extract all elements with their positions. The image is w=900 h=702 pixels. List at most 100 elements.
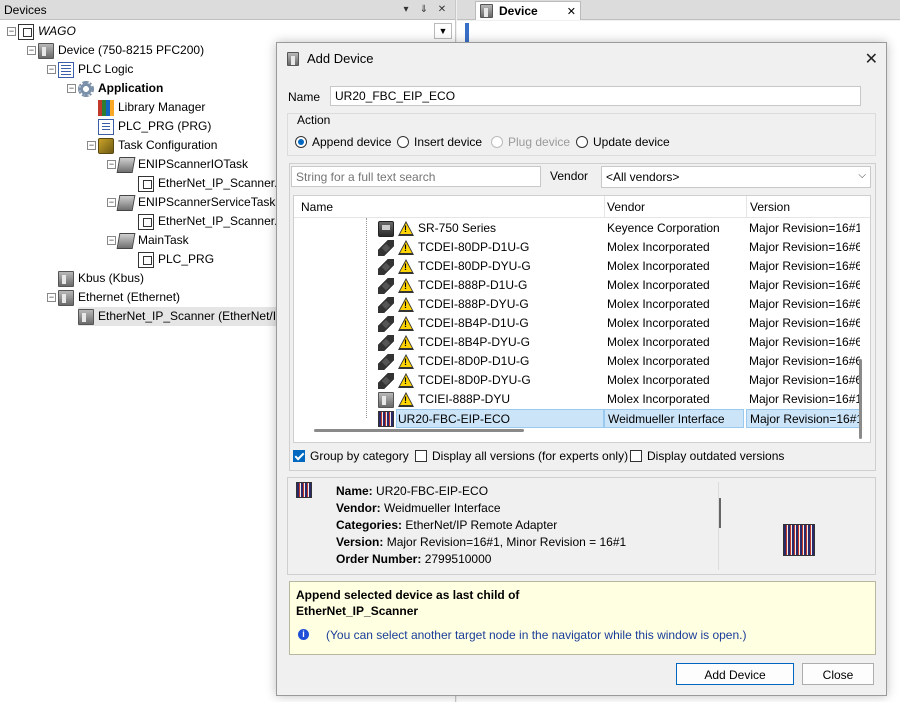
tree-item-label: PLC_PRG (158, 252, 215, 266)
column-header-version[interactable]: Version (750, 200, 790, 214)
tree-collapse-icon[interactable]: − (7, 27, 16, 36)
column-separator[interactable] (604, 196, 605, 218)
hint-note: (You can select another target node in t… (326, 628, 747, 642)
device-row[interactable]: TCDEI-8D0P-D1U-G Molex Incorporated Major … (294, 352, 862, 371)
tree-item[interactable]: Library Manager (98, 98, 205, 117)
device-row[interactable]: UR20-FBC-EIP-ECO Weidmueller Interface Maj… (294, 409, 862, 428)
tree-collapse-icon[interactable]: − (47, 65, 56, 74)
tree-item[interactable]: ENIPScannerServiceTask (116, 193, 275, 212)
device-list: Name Vendor Version SR-750 Series Keyence… (293, 195, 871, 443)
display-all-versions-checkbox[interactable]: Display all versions (for experts only) (415, 449, 628, 463)
insert-device-radio[interactable]: Insert device (397, 135, 482, 149)
dialog-title-bar: Add Device (287, 51, 373, 66)
display-outdated-versions-checkbox[interactable]: Display outdated versions (630, 449, 784, 463)
device-name-cell: SR-750 Series (418, 221, 497, 235)
info-name: Name: UR20-FBC-EIP-ECO (336, 484, 489, 498)
tree-collapse-icon[interactable]: − (107, 160, 116, 169)
horizontal-scrollbar[interactable] (314, 429, 524, 432)
panel-pin-button[interactable]: ⇓ (415, 4, 433, 15)
tree-collapse-icon[interactable]: − (107, 236, 116, 245)
tree-item[interactable]: Device (750-8215 PFC200) (38, 41, 204, 60)
plug-device-radio: Plug device (491, 135, 570, 149)
tree-collapse-icon[interactable]: − (107, 198, 116, 207)
tab-device[interactable]: Device ✕ (475, 1, 581, 20)
tree-collapse-icon[interactable]: − (27, 46, 36, 55)
vertical-scrollbar[interactable] (859, 359, 862, 439)
group-by-category-checkbox[interactable]: Group by category (293, 449, 409, 463)
tree-item-label: Device (750-8215 PFC200) (58, 43, 205, 57)
vendor-select[interactable]: <All vendors> ⌵ (601, 166, 871, 188)
device-row[interactable]: TCDEI-80DP-D1U-G Molex Incorporated Major … (294, 238, 862, 257)
tree-collapse-icon[interactable]: − (47, 293, 56, 302)
devices-panel-header: Devices ▾ ⇓ ✕ (0, 0, 455, 20)
project-icon (18, 23, 34, 40)
column-header-vendor[interactable]: Vendor (607, 200, 645, 214)
tree-item[interactable]: EtherNet_IP_Scanner.S (138, 212, 285, 231)
device-name-cell: TCDEI-8B4P-D1U-G (418, 316, 529, 330)
column-separator[interactable] (746, 196, 747, 218)
ethernet-icon (58, 289, 74, 306)
device-version-cell: Major Revision=16#1 (749, 392, 860, 406)
tree-item[interactable]: Application (78, 79, 163, 98)
checkbox-box (415, 450, 427, 462)
column-header-name[interactable]: Name (301, 200, 333, 214)
tree-item[interactable]: EtherNet_IP_Scanner.I (138, 174, 281, 193)
tree-item[interactable]: Ethernet (Ethernet) (58, 288, 180, 307)
device-vendor-cell: Molex Incorporated (607, 373, 710, 387)
info-vendor: Vendor: Weidmueller Interface (336, 501, 501, 515)
update-device-radio[interactable]: Update device (576, 135, 670, 149)
task-reference-icon (138, 175, 154, 192)
device-version-cell: Major Revision=16#6 (749, 335, 860, 349)
dialog-close-icon[interactable]: ✕ (865, 49, 878, 69)
checkbox-label: Display outdated versions (647, 449, 785, 463)
close-button[interactable]: Close (802, 663, 874, 685)
device-row[interactable]: TCDEI-888P-DYU-G Molex Incorporated Major … (294, 295, 862, 314)
device-row[interactable]: TCDEI-8D0P-DYU-G Molex Incorporated Major … (294, 371, 862, 390)
device-row[interactable]: TCDEI-8B4P-D1U-G Molex Incorporated Major … (294, 314, 862, 333)
device-version-cell: Major Revision=16#1 (749, 221, 860, 235)
add-device-dialog: Add Device ✕ Name Action Append device I… (276, 42, 887, 696)
info-order-number: Order Number: 2799510000 (336, 552, 492, 566)
tree-item[interactable]: Task Configuration (98, 136, 217, 155)
vendor-label: Vendor (550, 169, 589, 183)
task-icon (116, 156, 136, 173)
library-icon (98, 99, 114, 116)
device-row[interactable]: TCDEI-8B4P-DYU-G Molex Incorporated Major … (294, 333, 862, 352)
tree-item-label: Library Manager (118, 100, 206, 114)
panel-menu-button[interactable]: ▾ (397, 4, 415, 15)
radio-circle (491, 136, 503, 148)
tree-item[interactable]: MainTask (116, 231, 189, 250)
tree-item[interactable]: Kbus (Kbus) (58, 269, 144, 288)
tree-collapse-icon[interactable]: − (87, 141, 96, 150)
tree-item-label: EtherNet_IP_Scanner.S (158, 214, 286, 228)
task-config-icon (98, 137, 114, 154)
radio-circle (397, 136, 409, 148)
device-name-input[interactable] (330, 86, 861, 106)
checkbox-box (630, 450, 642, 462)
append-device-radio[interactable]: Append device (295, 135, 391, 149)
device-vendor-cell: Molex Incorporated (607, 240, 710, 254)
tree-item[interactable]: PLC_PRG (138, 250, 214, 269)
connector-icon (378, 297, 394, 313)
add-device-button[interactable]: Add Device (676, 663, 794, 685)
device-name-cell: TCDEI-80DP-D1U-G (418, 240, 530, 254)
full-text-search-input[interactable] (291, 166, 541, 187)
device-vendor-cell: Molex Incorporated (607, 278, 710, 292)
tree-item[interactable]: WAGO (18, 22, 76, 41)
tab-close-icon[interactable]: ✕ (567, 5, 576, 18)
info-scroll-thumb[interactable] (719, 498, 721, 528)
tree-item[interactable]: ENIPScannerIOTask (116, 155, 248, 174)
panel-close-button[interactable]: ✕ (433, 4, 451, 15)
device-row[interactable]: TCDEI-80DP-DYU-G Molex Incorporated Major … (294, 257, 862, 276)
task-icon (116, 232, 136, 249)
tree-item[interactable]: PLC Logic (58, 60, 133, 79)
scanner-icon (78, 308, 94, 325)
device-row[interactable]: TCIEI-888P-DYU Molex Incorporated Major Re… (294, 390, 862, 409)
tree-collapse-icon[interactable]: − (67, 84, 76, 93)
devices-dropdown-button[interactable]: ▼ (434, 23, 452, 39)
device-row[interactable]: SR-750 Series Keyence Corporation Major Re… (294, 219, 862, 238)
chevron-down-icon: ⌵ (858, 170, 866, 181)
device-icon (38, 42, 54, 59)
tree-item[interactable]: PLC_PRG (PRG) (98, 117, 211, 136)
device-row[interactable]: TCDEI-888P-D1U-G Molex Incorporated Major … (294, 276, 862, 295)
